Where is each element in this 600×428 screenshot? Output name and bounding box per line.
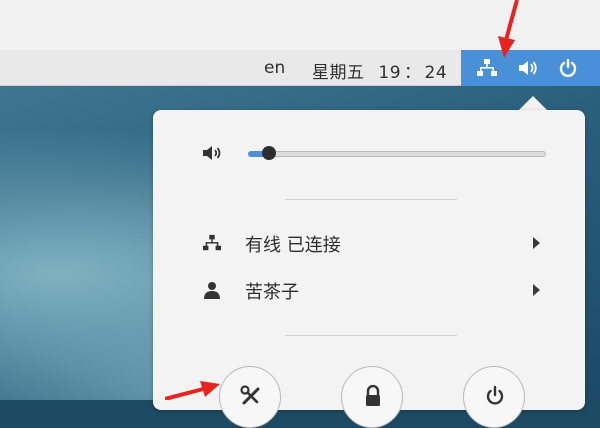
- settings-tools-icon: [240, 385, 260, 405]
- user-icon: [204, 282, 220, 299]
- submenu-arrow-icon: [533, 237, 540, 249]
- power-icon: [559, 59, 577, 77]
- menu-separator: [285, 335, 457, 336]
- menu-separator: [285, 199, 457, 200]
- system-status-menu-button[interactable]: [461, 50, 600, 86]
- clock-separator: ：: [404, 63, 422, 83]
- power-icon: [486, 385, 504, 405]
- network-wired-icon: [477, 59, 497, 76]
- network-wired-icon: [203, 234, 221, 251]
- lock-button[interactable]: [341, 366, 403, 428]
- menu-caret: [519, 96, 547, 110]
- user-name-label: 苦茶子: [245, 282, 299, 303]
- menu-item-user[interactable]: 苦茶子: [153, 273, 585, 307]
- volume-slider-handle[interactable]: [261, 146, 276, 160]
- volume-slider-track[interactable]: [248, 151, 546, 157]
- submenu-arrow-icon: [533, 284, 540, 296]
- annotation-arrow-settings: [165, 381, 220, 400]
- menu-item-network[interactable]: 有线 已连接: [153, 226, 585, 260]
- power-off-button[interactable]: [463, 366, 525, 428]
- annotation-arrow-status: [498, 0, 519, 58]
- volume-icon: [203, 146, 221, 160]
- clock-minute: 24: [424, 63, 448, 83]
- clock-hour: 19: [378, 63, 402, 83]
- lock-icon: [366, 385, 380, 406]
- volume-icon: [519, 61, 537, 75]
- panel-clock[interactable]: 星期五 19： 24: [312, 58, 447, 83]
- network-status-label: 有线 已连接: [245, 235, 341, 256]
- input-language-indicator[interactable]: en: [264, 58, 285, 78]
- clock-day: 星期五: [312, 63, 365, 83]
- settings-button[interactable]: [219, 366, 281, 428]
